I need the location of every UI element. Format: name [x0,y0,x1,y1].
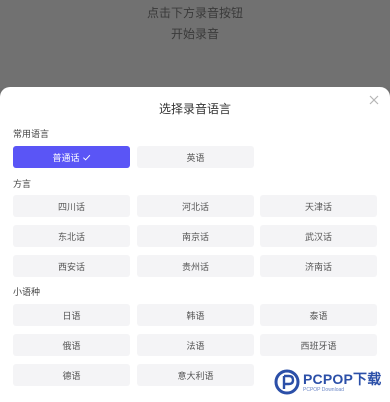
section-label-minor: 小语种 [13,288,41,298]
option-label: 普通话 [52,153,80,164]
option-wuhan[interactable]: 武汉话 [260,225,377,247]
section-label-common: 常用语言 [13,130,50,140]
option-french[interactable]: 法语 [137,334,254,356]
option-sichuan[interactable]: 四川话 [13,195,130,217]
option-jinan[interactable]: 济南话 [260,255,377,277]
option-mandarin[interactable]: 普通话 [13,146,130,168]
option-thai[interactable]: 泰语 [260,304,377,326]
option-spanish[interactable]: 西班牙语 [260,334,377,356]
checkmark-icon [82,153,91,162]
record-hint-line2: 开始录音 [170,27,219,41]
option-korean[interactable]: 韩语 [137,304,254,326]
close-icon[interactable] [366,92,382,108]
option-italian[interactable]: 意大利语 [137,364,254,386]
watermark-text: PCPOP下载 [303,370,382,387]
option-nanjing[interactable]: 南京话 [137,225,254,247]
option-guizhou[interactable]: 贵州话 [137,255,254,277]
option-hebei[interactable]: 河北话 [137,195,254,217]
option-english[interactable]: 英语 [137,146,254,168]
dimmed-backdrop[interactable]: 点击下方录音按钮 开始录音 [0,0,390,88]
sheet-title: 选择录音语言 [158,102,231,116]
record-hint-line1: 点击下方录音按钮 [146,6,243,20]
option-japanese[interactable]: 日语 [13,304,130,326]
option-german[interactable]: 德语 [13,364,130,386]
option-dongbei[interactable]: 东北话 [13,225,130,247]
option-xian[interactable]: 西安话 [13,255,130,277]
watermark-logo: PCPOP下载 PCPOP Download [268,364,386,400]
option-label: 英语 [186,153,205,164]
section-label-dialect: 方言 [13,180,32,190]
option-russian[interactable]: 俄语 [13,334,130,356]
pcpop-logo-icon [274,369,300,395]
language-select-sheet: 选择录音语言 常用语言 普通话 英语 方言 四川话 河北话 天津话 东北话 南京… [0,87,390,402]
option-tianjin[interactable]: 天津话 [260,195,377,217]
watermark-subtext: PCPOP Download [303,386,345,393]
